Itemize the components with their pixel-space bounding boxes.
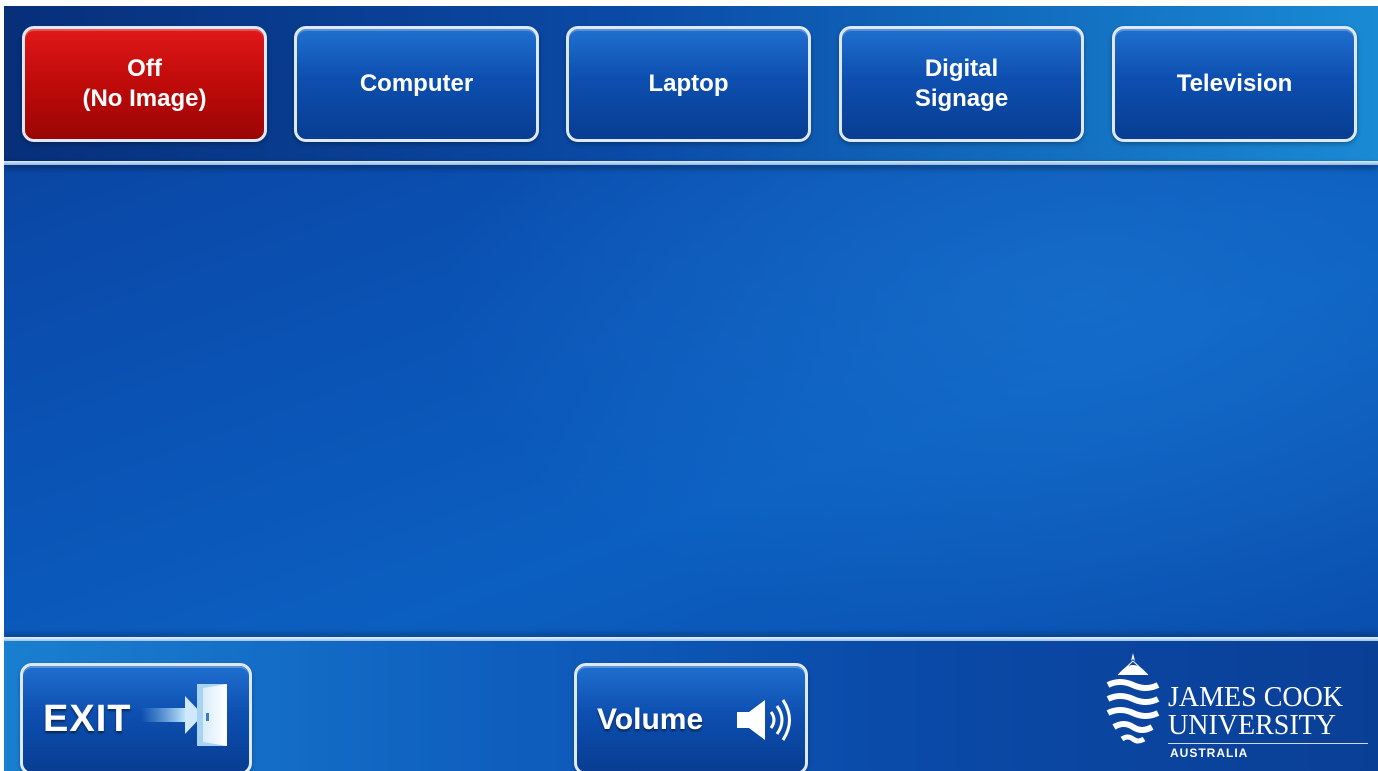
volume-button[interactable]: Volume: [574, 663, 808, 771]
source-laptop-button[interactable]: Laptop: [566, 26, 811, 142]
volume-label: Volume: [597, 703, 704, 736]
logo-text-line2: UNIVERSITY: [1168, 710, 1336, 741]
touch-panel: Off (No Image) Computer Laptop Digital S…: [4, 6, 1378, 771]
logo-text-line3: AUSTRALIA: [1170, 746, 1249, 760]
source-digital-signage-button[interactable]: Digital Signage: [839, 26, 1084, 142]
logo-divider: [1168, 743, 1368, 744]
speaker-icon: [737, 699, 791, 741]
logo-text-line1: JAMES COOK: [1168, 682, 1344, 713]
exit-label: EXIT: [43, 698, 132, 740]
source-bar: Off (No Image) Computer Laptop Digital S…: [4, 6, 1378, 161]
source-off-button[interactable]: Off (No Image): [22, 26, 267, 142]
top-divider: [4, 161, 1378, 165]
bottom-bar: EXIT Volume JAMES COOK UNIVERSITY AUSTRA…: [4, 641, 1378, 771]
jcu-logo: JAMES COOK UNIVERSITY AUSTRALIA: [1104, 651, 1374, 763]
university-crest-icon: [1106, 653, 1160, 744]
source-computer-button[interactable]: Computer: [294, 26, 539, 142]
exit-door-icon: [141, 684, 227, 746]
source-television-button[interactable]: Television: [1112, 26, 1357, 142]
exit-button[interactable]: EXIT: [20, 663, 252, 771]
